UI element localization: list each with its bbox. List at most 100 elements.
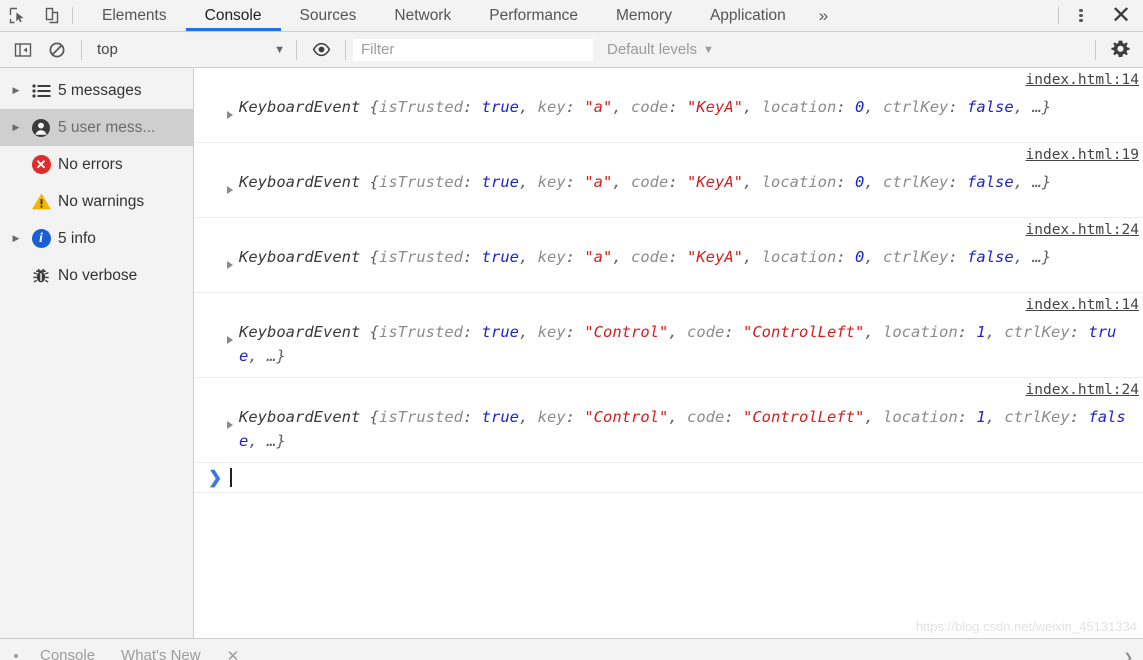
live-expression-eye-icon[interactable] [304,35,338,65]
log-level-label: Default levels [607,41,698,58]
sidebar-item-user-messages[interactable]: ▶ 5 user mess... [0,109,193,146]
sidebar-item-label: 5 info [58,229,96,247]
console-message-list[interactable]: index.html:14 KeyboardEvent {isTrusted: … [194,68,1143,638]
source-link[interactable]: index.html:14 [1026,72,1140,88]
error-icon: ✕ [26,155,56,174]
sidebar-item-errors[interactable]: ✕ No errors [0,146,193,183]
settings-gear-icon[interactable] [1103,35,1137,65]
source-link[interactable]: index.html:19 [1026,147,1140,163]
watermark-text: https://blog.csdn.net/weixin_45131334 [915,619,1137,634]
kebab-menu-icon[interactable] [1063,0,1099,31]
console-message-row[interactable]: index.html:14 KeyboardEvent {isTrusted: … [194,68,1143,143]
sidebar-item-label: No verbose [58,266,138,284]
drawer-tab-console[interactable]: Console [40,647,95,660]
tab-memory[interactable]: Memory [597,0,691,31]
tab-network[interactable]: Network [375,0,470,31]
chevron-down-icon: ▼ [274,43,285,56]
expand-arrow-icon[interactable]: ▶ [6,233,26,244]
console-filter-toolbar: top ▼ Default levels ▼ [0,32,1143,68]
expand-object-arrow-icon[interactable] [227,336,233,344]
console-filter-input[interactable] [353,38,593,61]
more-tabs-icon[interactable]: » [805,0,842,31]
console-message-row[interactable]: index.html:14 KeyboardEvent {isTrusted: … [194,293,1143,378]
expand-object-arrow-icon[interactable] [227,261,233,269]
expand-object-arrow-icon[interactable] [227,111,233,119]
console-prompt-row[interactable]: ❯ [194,463,1143,493]
device-toolbar-icon[interactable] [34,0,68,31]
warning-icon [26,192,56,211]
toolbar-divider [72,7,73,24]
console-message-row[interactable]: index.html:24 KeyboardEvent {isTrusted: … [194,218,1143,293]
message-list-icon [26,83,56,98]
console-message-text: KeyboardEvent {isTrusted: true, key: "a"… [239,173,1052,191]
drawer-tab-whats-new[interactable]: What's New [121,647,201,660]
tab-label: Application [709,6,786,24]
sidebar-item-messages[interactable]: ▶ 5 messages [0,72,193,109]
tab-sources[interactable]: Sources [281,0,376,31]
console-message-row[interactable]: index.html:24 KeyboardEvent {isTrusted: … [194,378,1143,463]
console-sidebar: ▶ 5 messages ▶ 5 user mess... ✕ No error… [0,68,194,638]
drawer-handle-icon[interactable] [14,653,18,658]
tab-label: Elements [102,6,167,24]
console-message-text: KeyboardEvent {isTrusted: true, key: "Co… [239,323,1117,365]
tabbar-right-actions: ✕ [1054,0,1143,31]
tab-label: Network [394,6,452,24]
console-message-body: KeyboardEvent {isTrusted: true, key: "a"… [194,77,1133,119]
console-message-body: KeyboardEvent {isTrusted: true, key: "Co… [194,302,1133,368]
tab-elements[interactable]: Elements [83,0,186,31]
sidebar-item-verbose[interactable]: No verbose [0,257,193,294]
console-body: ▶ 5 messages ▶ 5 user mess... ✕ No error… [0,68,1143,638]
text-cursor [230,468,232,487]
tab-label: Sources [299,6,357,24]
tab-console[interactable]: Console [185,0,281,31]
drawer-chevron-icon[interactable]: ❯ [1124,651,1133,660]
console-message-text: KeyboardEvent {isTrusted: true, key: "a"… [239,248,1052,266]
sidebar-item-label: No errors [58,155,123,173]
devtools-window: Elements Console Sources Network Perform… [0,0,1143,660]
info-icon: i [26,229,56,248]
more-tabs-label: » [818,5,829,25]
source-link[interactable]: index.html:14 [1026,297,1140,313]
tab-performance[interactable]: Performance [470,0,597,31]
sidebar-item-warnings[interactable]: No warnings [0,183,193,220]
toolbar-divider [345,39,346,60]
expand-object-arrow-icon[interactable] [227,421,233,429]
sidebar-item-label: 5 user mess... [58,118,156,136]
chevron-down-icon: ▼ [703,43,714,56]
prompt-chevron-icon: ❯ [208,467,223,487]
toolbar-divider [81,39,82,60]
toolbar-divider [1095,39,1096,60]
verbose-bug-icon [26,267,56,285]
sidebar-item-label: 5 messages [58,81,142,99]
clear-console-icon[interactable] [40,35,74,65]
inspect-element-icon[interactable] [0,0,34,31]
drawer-close-icon[interactable]: ✕ [227,647,240,660]
console-message-body: KeyboardEvent {isTrusted: true, key: "a"… [194,227,1133,269]
log-level-selector[interactable]: Default levels ▼ [607,41,714,58]
source-link[interactable]: index.html:24 [1026,382,1140,398]
tab-label: Console [204,6,262,24]
tab-application[interactable]: Application [691,0,805,31]
toolbar-divider [1058,7,1059,24]
show-console-sidebar-icon[interactable] [6,35,40,65]
expand-object-arrow-icon[interactable] [227,186,233,194]
toolbar-divider [296,39,297,60]
close-label: ✕ [1110,1,1132,29]
user-message-icon [26,118,56,138]
console-message-row[interactable]: index.html:19 KeyboardEvent {isTrusted: … [194,143,1143,218]
console-message-body: KeyboardEvent {isTrusted: true, key: "a"… [194,152,1133,194]
execution-context-selector[interactable]: top ▼ [89,41,289,58]
drawer-tabs: Console What's New ✕ [0,647,239,660]
console-message-text: KeyboardEvent {isTrusted: true, key: "Co… [239,408,1126,450]
sidebar-item-info[interactable]: ▶ i 5 info [0,220,193,257]
drawer-tabbar: Console What's New ✕ ❯ [0,638,1143,660]
filterbar-right-actions [1088,35,1137,65]
expand-arrow-icon[interactable]: ▶ [6,122,26,133]
sidebar-item-label: No warnings [58,192,145,210]
panel-tabs: Elements Console Sources Network Perform… [83,0,842,31]
console-message-text: KeyboardEvent {isTrusted: true, key: "a"… [239,98,1052,116]
source-link[interactable]: index.html:24 [1026,222,1140,238]
close-icon[interactable]: ✕ [1099,0,1143,31]
console-message-body: KeyboardEvent {isTrusted: true, key: "Co… [194,387,1133,453]
expand-arrow-icon[interactable]: ▶ [6,85,26,96]
